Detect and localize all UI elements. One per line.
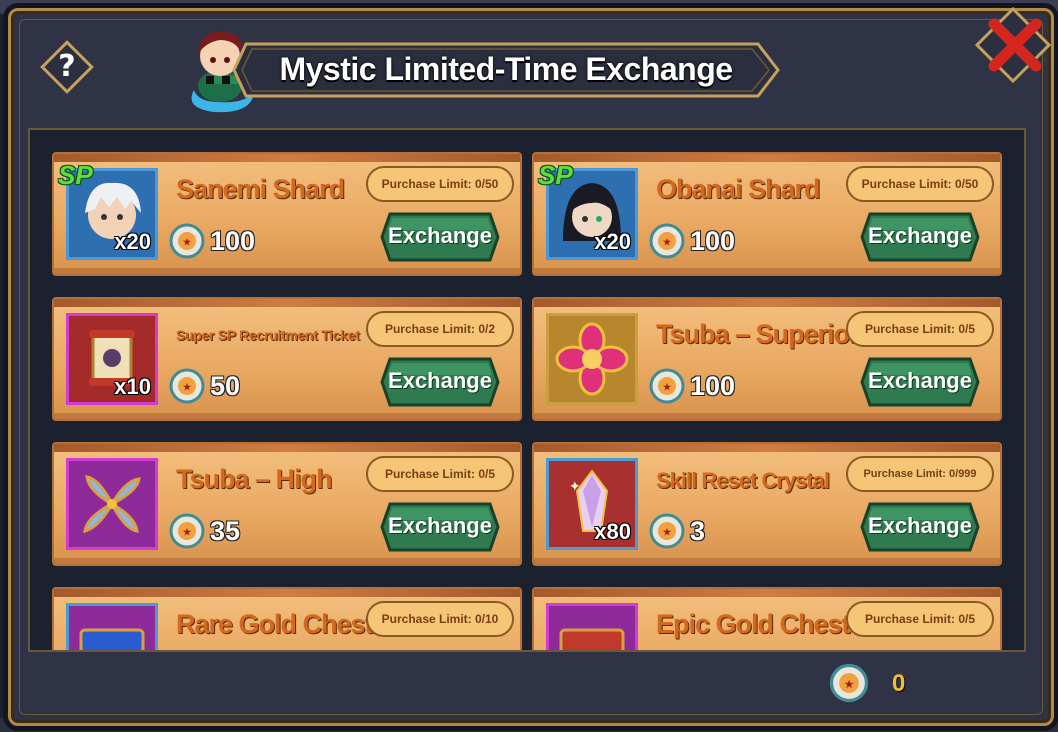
exchange-item-obanai-shard: x20 SP Obanai Shard ★ 100 Purchase Limit… <box>532 152 1002 276</box>
exchange-item-sanemi-shard: x20 SP Sanemi Shard ★ 100 Purchase Limit… <box>52 152 522 276</box>
sp-badge: SP <box>58 160 93 190</box>
item-quantity: x80 <box>594 519 631 544</box>
exchange-button-label: Exchange <box>868 368 972 393</box>
exchange-button-label: Exchange <box>388 223 492 248</box>
purchase-limit: Purchase Limit: 0/10 <box>366 601 514 637</box>
exchange-button[interactable]: Exchange <box>380 357 500 407</box>
crystal-icon: ✦ x80 <box>546 458 638 550</box>
item-name: Obanai Shard <box>656 174 821 204</box>
exchange-button[interactable]: Exchange <box>860 212 980 262</box>
svg-text:★: ★ <box>663 382 672 392</box>
sp-badge: SP <box>538 160 573 190</box>
exchange-button-label: Exchange <box>388 368 492 393</box>
question-icon: ? <box>58 49 76 84</box>
item-name: Tsuba – Superior <box>656 319 860 349</box>
cost-value: 100 <box>210 226 256 256</box>
svg-text:★: ★ <box>845 679 854 690</box>
exchange-button-label: Exchange <box>868 223 972 248</box>
cost-value: 100 <box>690 371 736 401</box>
purchase-limit: Purchase Limit: 0/999 <box>846 456 994 492</box>
svg-text:★: ★ <box>183 382 192 392</box>
tsuba-high-icon <box>66 458 158 550</box>
exchange-button-label: Exchange <box>868 513 972 538</box>
exchange-item-epic-gold-chest: Epic Gold Chest Purchase Limit: 0/5 <box>532 587 1002 650</box>
svg-text:★: ★ <box>183 527 192 537</box>
balance-value: 0 <box>892 670 906 697</box>
cost-value: 50 <box>210 371 241 401</box>
svg-text:★: ★ <box>183 237 192 247</box>
exchange-item-super-sp-ticket: x10 Super SP Recruitment Ticket ★ 50 Pur… <box>52 297 522 421</box>
mystic-coin-icon: ★ <box>649 513 685 549</box>
item-name: Sanemi Shard <box>176 174 345 204</box>
purchase-limit: Purchase Limit: 0/5 <box>846 601 994 637</box>
item-name: Skill Reset Crystal <box>656 468 830 493</box>
item-name: Epic Gold Chest <box>656 609 851 639</box>
purchase-limit: Purchase Limit: 0/2 <box>366 311 514 347</box>
red-chest-icon <box>546 603 638 650</box>
item-quantity: x20 <box>114 229 151 254</box>
cost-value: 100 <box>690 226 736 256</box>
item-name: Rare Gold Chest <box>176 609 374 639</box>
mystic-coin-icon: ★ <box>649 223 685 259</box>
svg-text:★: ★ <box>663 237 672 247</box>
purchase-limit: Purchase Limit: 0/50 <box>846 166 994 202</box>
scroll-ticket-icon: x10 <box>66 313 158 405</box>
close-button[interactable] <box>974 6 1054 86</box>
exchange-button-label: Exchange <box>388 513 492 538</box>
exchange-button[interactable]: Exchange <box>860 357 980 407</box>
mystic-coin-icon: ★ <box>169 223 205 259</box>
cost-value: 3 <box>690 516 706 546</box>
mystic-coin-icon: ★ <box>829 663 869 703</box>
title-banner: Mystic Limited-Time Exchange <box>232 40 780 100</box>
svg-text:★: ★ <box>663 527 672 537</box>
exchange-item-rare-gold-chest: Rare Gold Chest Purchase Limit: 0/10 <box>52 587 522 650</box>
item-name: Super SP Recruitment Ticket <box>176 327 360 343</box>
item-name: Tsuba – High <box>176 464 333 494</box>
mystic-coin-icon: ★ <box>169 513 205 549</box>
purchase-limit: Purchase Limit: 0/5 <box>846 311 994 347</box>
exchange-button[interactable]: Exchange <box>380 502 500 552</box>
mystic-coin-icon: ★ <box>649 368 685 404</box>
blue-chest-icon <box>66 603 158 650</box>
page-title: Mystic Limited-Time Exchange <box>279 51 733 87</box>
purchase-limit: Purchase Limit: 0/50 <box>366 166 514 202</box>
item-quantity: x20 <box>594 229 631 254</box>
exchange-button[interactable]: Exchange <box>380 212 500 262</box>
mystic-coin-icon: ★ <box>169 368 205 404</box>
exchange-list[interactable]: x20 SP Sanemi Shard ★ 100 Purchase Limit… <box>28 128 1026 652</box>
help-button[interactable]: ? <box>40 40 94 94</box>
svg-text:✦: ✦ <box>569 479 581 495</box>
exchange-item-skill-reset-crystal: ✦ x80 Skill Reset Crystal ★ 3 Purchase L… <box>532 442 1002 566</box>
currency-balance: ★ 0 <box>826 654 926 710</box>
close-icon <box>988 18 1042 72</box>
exchange-button[interactable]: Exchange <box>860 502 980 552</box>
exchange-item-tsuba-superior: Tsuba – Superior ★ 100 Purchase Limit: 0… <box>532 297 1002 421</box>
cost-value: 35 <box>210 516 241 546</box>
item-quantity: x10 <box>114 374 151 399</box>
exchange-item-tsuba-high: Tsuba – High ★ 35 Purchase Limit: 0/5 Ex… <box>52 442 522 566</box>
purchase-limit: Purchase Limit: 0/5 <box>366 456 514 492</box>
tsuba-superior-icon <box>546 313 638 405</box>
